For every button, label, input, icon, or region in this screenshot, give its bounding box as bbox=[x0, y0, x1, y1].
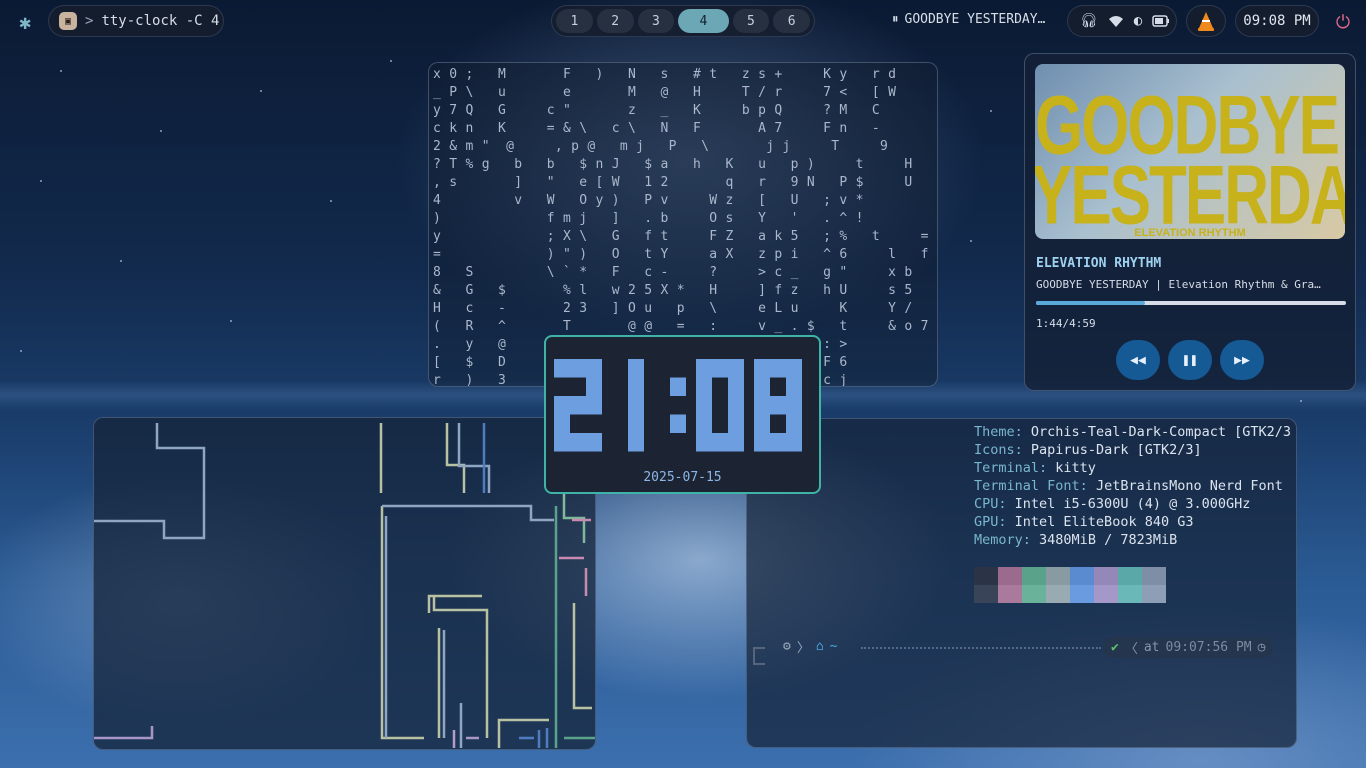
tty-clock-window[interactable]: 2025-07-15 bbox=[544, 335, 821, 494]
prompt-time: 09:07:56 PM bbox=[1165, 640, 1252, 655]
info-row-theme: Theme: Orchis-Teal-Dark-Compact [GTK2/3 bbox=[974, 424, 1292, 440]
palette-swatch bbox=[998, 567, 1022, 585]
bar-clock[interactable]: 09:08 PM bbox=[1235, 5, 1319, 37]
pause-button[interactable]: ❚❚ bbox=[1168, 340, 1212, 380]
workspace-2-button[interactable]: 2 bbox=[596, 9, 634, 33]
track-progress-bar[interactable] bbox=[1036, 301, 1346, 305]
rewind-button[interactable]: ◀◀ bbox=[1116, 340, 1160, 380]
workspace-6-button[interactable]: 6 bbox=[773, 9, 811, 33]
workspace-4-button[interactable]: 4 bbox=[678, 9, 729, 33]
now-playing-title: GOODBYE YESTERDAY… bbox=[904, 12, 1046, 27]
palette-swatch bbox=[974, 585, 998, 603]
palette-swatch bbox=[974, 567, 998, 585]
info-row-gpu: GPU: Intel EliteBook 840 G3 bbox=[974, 514, 1194, 530]
palette-swatch bbox=[1118, 585, 1142, 603]
chevron-right-icon: 〉 bbox=[796, 641, 810, 656]
info-row-terminal: Terminal: kitty bbox=[974, 460, 1096, 476]
fast-forward-icon: ▶▶ bbox=[1234, 352, 1250, 368]
palette-swatch bbox=[1046, 585, 1070, 603]
clock-digit bbox=[554, 359, 602, 452]
pipes-terminal-window[interactable] bbox=[93, 417, 596, 750]
workspace-3-button[interactable]: 3 bbox=[637, 9, 675, 33]
brightness-icon[interactable]: ◐ bbox=[1134, 13, 1142, 29]
pause-icon: ⏸ bbox=[892, 12, 899, 27]
info-row-icons: Icons: Papirus-Dark [GTK2/3] bbox=[974, 442, 1202, 458]
clock-colon bbox=[670, 377, 686, 433]
settings-icon[interactable]: ✱ bbox=[12, 9, 38, 35]
track-artist: ELEVATION RHYTHM bbox=[1036, 256, 1162, 271]
cover-title-line2: YESTERDA bbox=[1035, 149, 1345, 239]
prompt-filler bbox=[861, 647, 1101, 649]
palette-swatch bbox=[998, 585, 1022, 603]
palette-swatch bbox=[1022, 585, 1046, 603]
album-cover: GOODBYE YESTERDA ELEVATION RHYTHM bbox=[1035, 64, 1345, 239]
clock-digit bbox=[754, 359, 802, 452]
clock-icon: ◷ bbox=[1257, 640, 1266, 655]
active-window-title: tty-clock -C 4 bbox=[101, 13, 220, 29]
palette-swatch bbox=[1094, 567, 1118, 585]
clock-date: 2025-07-15 bbox=[643, 470, 722, 485]
palette-swatch bbox=[1118, 567, 1142, 585]
system-info-list: Theme: Orchis-Teal-Dark-Compact [GTK2/3 … bbox=[974, 423, 1291, 549]
info-row-terminal-font: Terminal Font: JetBrainsMono Nerd Font bbox=[974, 478, 1283, 494]
info-row-cpu: CPU: Intel i5-6300U (4) @ 3.000GHz bbox=[974, 496, 1251, 512]
pause-icon: ❚❚ bbox=[1182, 352, 1198, 368]
workspace-1-button[interactable]: 1 bbox=[556, 9, 593, 33]
clock-digits bbox=[554, 359, 802, 452]
vlc-icon bbox=[1198, 12, 1214, 31]
color-palette bbox=[974, 567, 1166, 603]
palette-swatch bbox=[1142, 585, 1166, 603]
workspace-switcher: 1 2 3 4 5 6 bbox=[551, 5, 815, 37]
top-bar: ✱ ▣ > tty-clock -C 4 1 2 3 4 5 6 ⏸ GOODB… bbox=[0, 0, 1366, 42]
fast-forward-button[interactable]: ▶▶ bbox=[1220, 340, 1264, 380]
shell-prompt: ⚙ 〉 ⌂ ~ ✔ 〈 at 09:07:56 PM ◷ bbox=[753, 637, 1293, 659]
wifi-icon[interactable] bbox=[1108, 14, 1124, 28]
vlc-tray-button[interactable] bbox=[1186, 5, 1226, 37]
rewind-icon: ◀◀ bbox=[1130, 352, 1146, 368]
prompt-left-segment: ⚙ 〉 ⌂ ~ bbox=[783, 637, 838, 656]
chevron-left-icon: 〈 bbox=[1124, 642, 1138, 657]
prompt-cwd: ~ bbox=[829, 639, 838, 654]
info-row-memory: Memory: 3480MiB / 7823MiB bbox=[974, 532, 1178, 548]
home-icon: ⌂ bbox=[815, 639, 824, 654]
palette-swatch bbox=[1046, 567, 1070, 585]
headphones-icon[interactable]: 🎧︎ bbox=[1080, 13, 1098, 29]
track-progress-fill bbox=[1036, 301, 1145, 305]
palette-swatch bbox=[1142, 567, 1166, 585]
battery-icon[interactable] bbox=[1152, 15, 1170, 27]
active-window-pill[interactable]: ▣ > tty-clock -C 4 bbox=[48, 5, 224, 37]
music-player-widget: GOODBYE YESTERDA ELEVATION RHYTHM ELEVAT… bbox=[1024, 53, 1356, 391]
player-controls: ◀◀ ❚❚ ▶▶ bbox=[1116, 340, 1264, 380]
check-icon: ✔ bbox=[1111, 640, 1119, 655]
palette-swatch bbox=[1094, 585, 1118, 603]
prompt-at-label: at bbox=[1143, 640, 1160, 655]
track-title: GOODBYE YESTERDAY | Elevation Rhythm & G… bbox=[1036, 278, 1321, 291]
clock-digit bbox=[628, 359, 644, 452]
now-playing-indicator[interactable]: ⏸ GOODBYE YESTERDAY… bbox=[892, 12, 1045, 27]
palette-swatch bbox=[1070, 585, 1094, 603]
cover-artist: ELEVATION RHYTHM bbox=[1134, 227, 1246, 239]
track-position: 1:44/4:59 bbox=[1036, 317, 1096, 330]
fastfetch-terminal-window[interactable]: Theme: Orchis-Teal-Dark-Compact [GTK2/3 … bbox=[746, 418, 1297, 748]
pipes-animation bbox=[94, 423, 595, 748]
gear-icon: ⚙ bbox=[783, 639, 791, 654]
system-tray: 🎧︎ ◐ bbox=[1067, 5, 1177, 37]
clock-digit bbox=[696, 359, 744, 452]
power-icon[interactable]: ⏻ bbox=[1330, 9, 1356, 35]
prompt-right-segment: ✔ 〈 at 09:07:56 PM ◷ bbox=[1103, 637, 1274, 658]
chevron-right-icon: > bbox=[85, 13, 94, 29]
palette-swatch bbox=[1022, 567, 1046, 585]
palette-swatch bbox=[1070, 567, 1094, 585]
workspace-5-button[interactable]: 5 bbox=[732, 9, 770, 33]
terminal-app-icon: ▣ bbox=[59, 12, 77, 30]
